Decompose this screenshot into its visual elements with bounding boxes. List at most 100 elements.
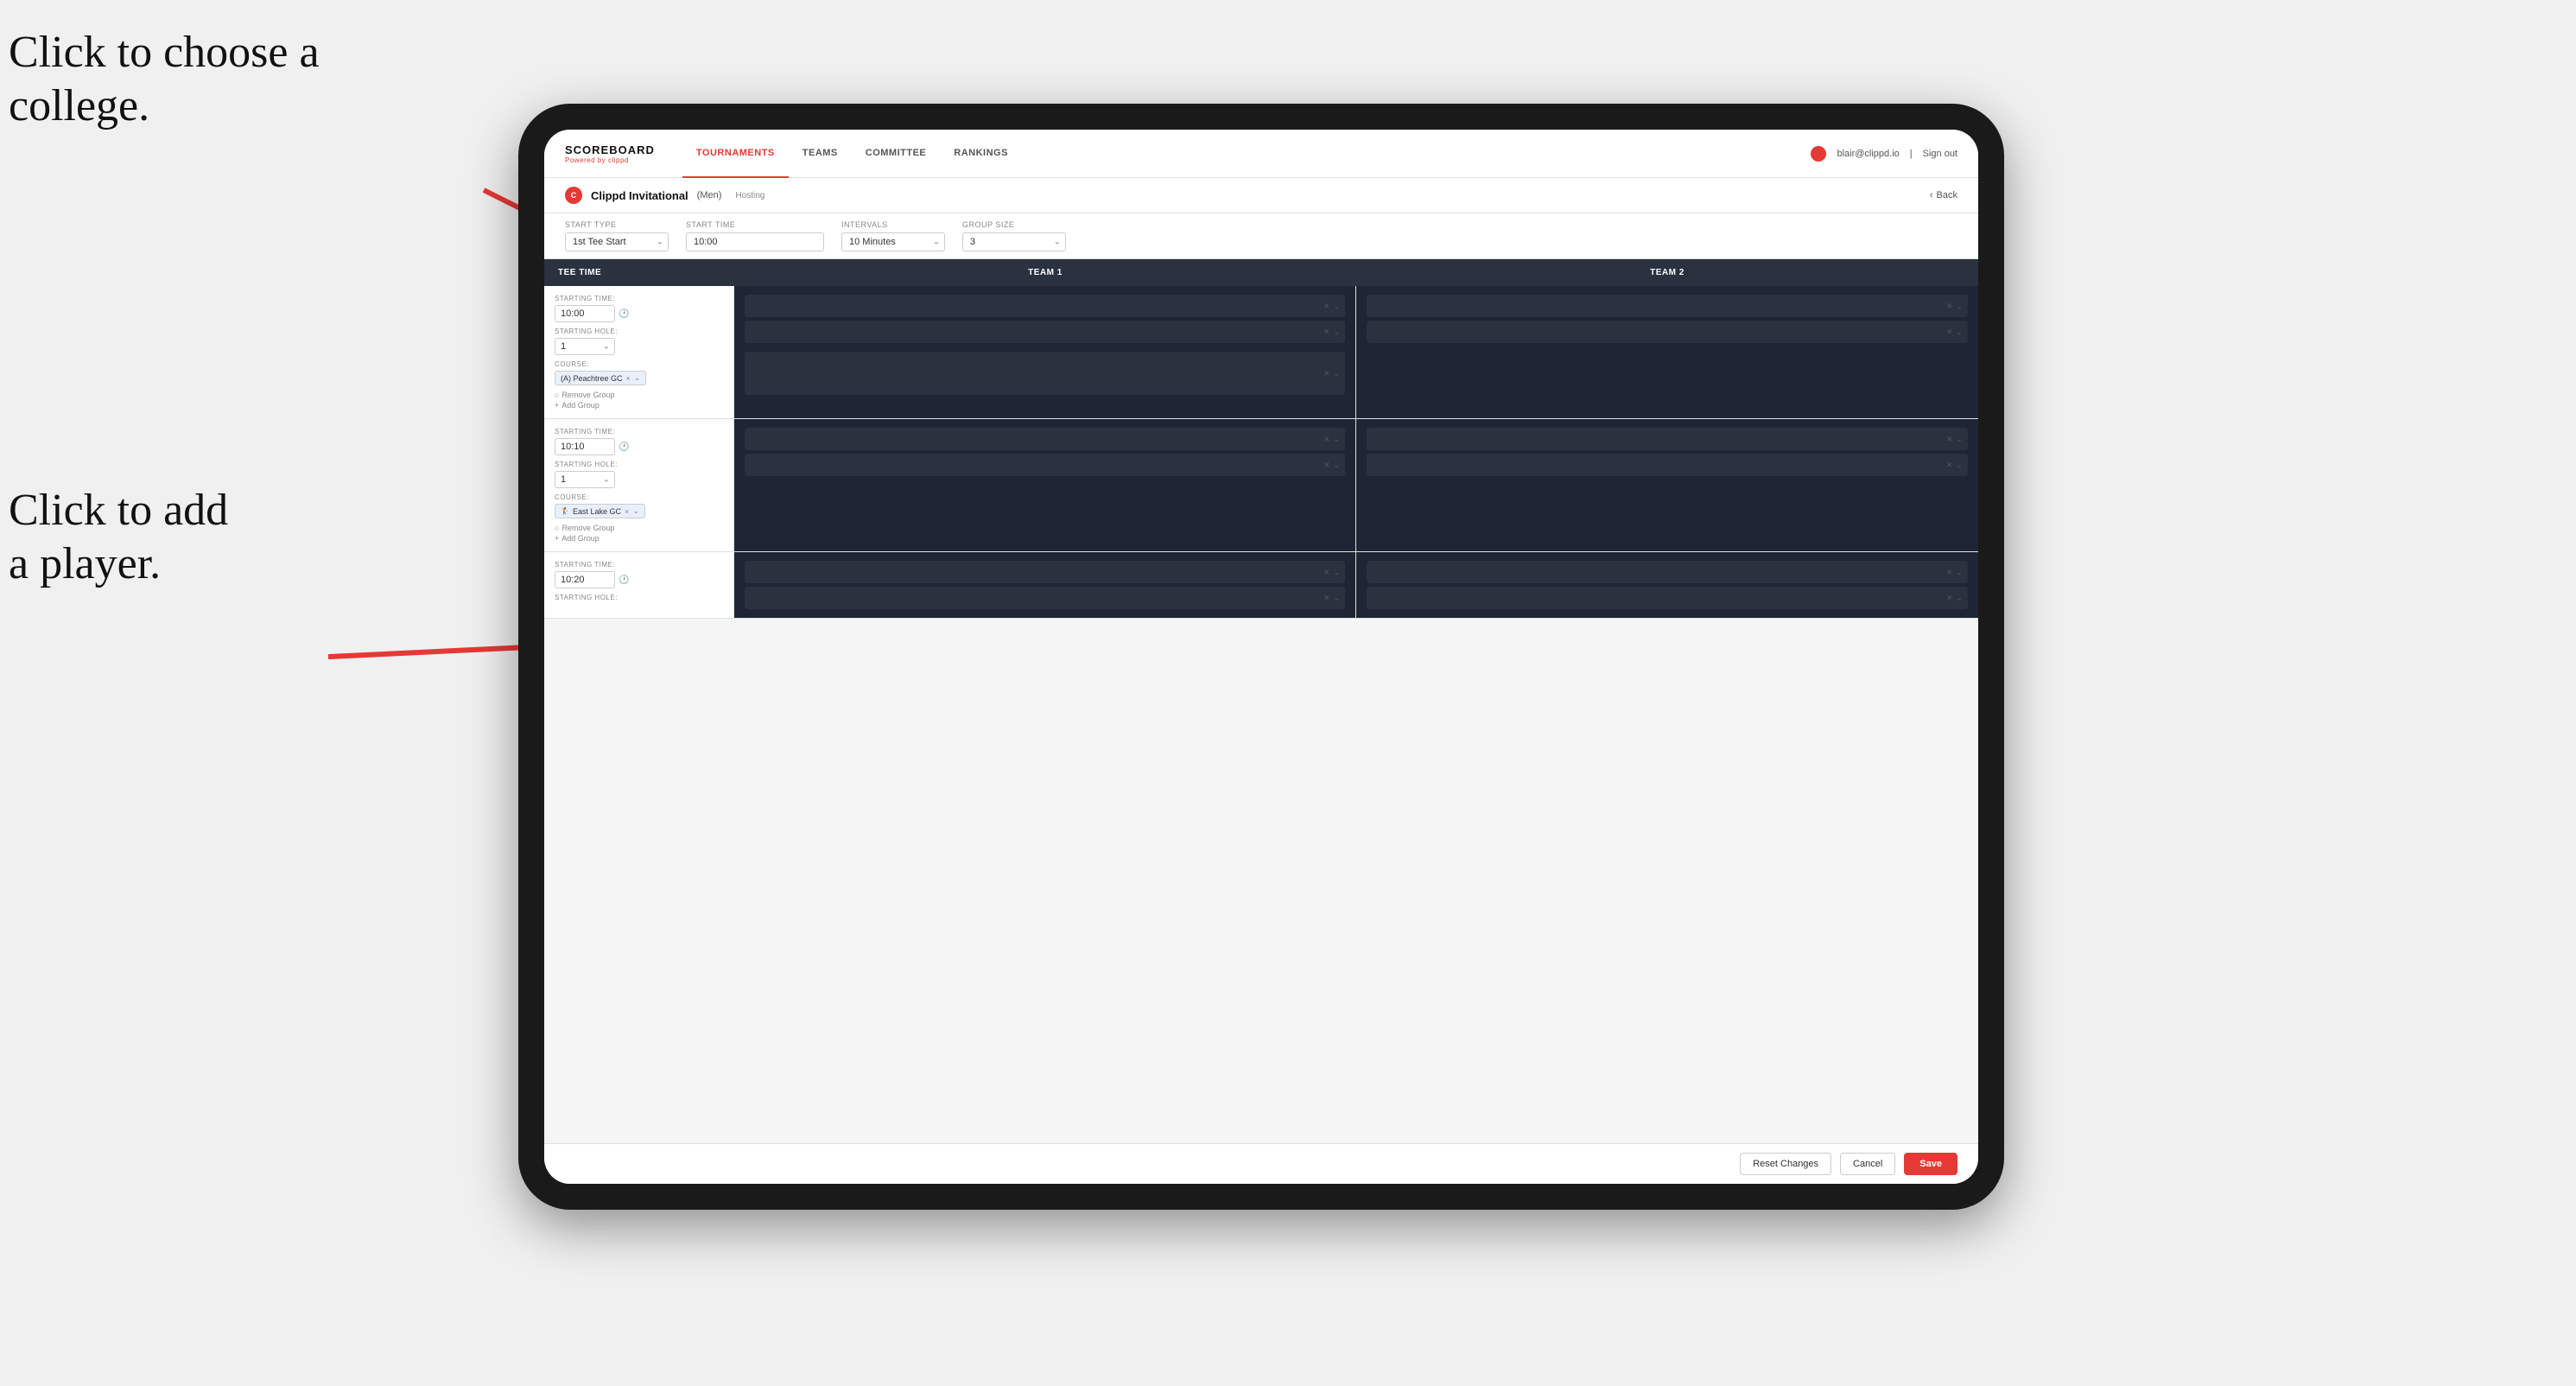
slot-chevron-1-1[interactable]: ⌄: [1333, 302, 1340, 311]
tablet-screen: SCOREBOARD Powered by clippd TOURNAMENTS…: [544, 130, 1978, 1184]
player-slot-1-1[interactable]: ✕ ⌄: [745, 295, 1345, 317]
starting-time-label-1: STARTING TIME:: [555, 295, 723, 302]
user-email: blair@clippd.io: [1837, 149, 1899, 159]
hosting-badge: Hosting: [735, 191, 765, 200]
nav-links: TOURNAMENTS TEAMS COMMITTEE RANKINGS: [682, 130, 1811, 178]
course-row-2: 🏌 East Lake GC × ⌄: [555, 504, 723, 518]
starting-hole-row-1: 1: [555, 338, 723, 355]
slot-x-1-t2-2[interactable]: ✕: [1946, 327, 1953, 337]
slot-x-2-2[interactable]: ✕: [1323, 461, 1330, 470]
nav-rankings[interactable]: RANKINGS: [940, 130, 1022, 178]
player-slot-3-1[interactable]: ✕ ⌄: [745, 561, 1345, 583]
player-slot-1-3[interactable]: ✕ ⌄: [745, 352, 1345, 395]
slot-chevron-2-2[interactable]: ⌄: [1333, 461, 1340, 470]
player-slot-3-t2-2[interactable]: ✕ ⌄: [1367, 587, 1968, 609]
starting-hole-wrapper-2: 1: [555, 471, 615, 488]
player-slot-3-2[interactable]: ✕ ⌄: [745, 587, 1345, 609]
group-row-2: STARTING TIME: 🕐 STARTING HOLE: 1 COUR: [544, 419, 1978, 552]
course-tag-1[interactable]: (A) Peachtree GC × ⌄: [555, 371, 646, 385]
course-tag-2[interactable]: 🏌 East Lake GC × ⌄: [555, 504, 645, 518]
starting-time-row-2: 🕐: [555, 438, 723, 455]
player-slot-2-t2-1[interactable]: ✕ ⌄: [1367, 428, 1968, 450]
player-slot-1-t2-1[interactable]: ✕ ⌄: [1367, 295, 1968, 317]
player-slot-2-1[interactable]: ✕ ⌄: [745, 428, 1345, 450]
slot-actions-2-2: ✕ ⌄: [1323, 461, 1340, 470]
course-row-1: (A) Peachtree GC × ⌄: [555, 371, 723, 385]
slot-x-1-3[interactable]: ✕: [1323, 369, 1330, 378]
sub-header-left: C Clippd Invitational (Men) Hosting: [565, 187, 765, 204]
slot-chevron-3-t2-2[interactable]: ⌄: [1956, 594, 1963, 603]
slot-chevron-1-t2-1[interactable]: ⌄: [1956, 302, 1963, 311]
nav-committee[interactable]: COMMITTEE: [852, 130, 941, 178]
remove-course-2[interactable]: ×: [625, 507, 629, 516]
slot-x-3-t2-2[interactable]: ✕: [1946, 594, 1953, 603]
annotation-choose-college: Click to choose a college.: [9, 26, 320, 134]
starting-hole-label-1: STARTING HOLE:: [555, 327, 723, 335]
slot-x-3-2[interactable]: ✕: [1323, 594, 1330, 603]
nav-teams[interactable]: TEAMS: [789, 130, 852, 178]
course-name-2: East Lake GC: [573, 507, 621, 516]
slot-actions-3-1: ✕ ⌄: [1323, 568, 1340, 577]
slot-chevron-2-t2-2[interactable]: ⌄: [1956, 461, 1963, 470]
course-label-1: COURSE:: [555, 360, 723, 368]
slot-x-2-t2-1[interactable]: ✕: [1946, 435, 1953, 444]
start-time-label: Start Time: [686, 220, 824, 229]
player-slot-3-t2-1[interactable]: ✕ ⌄: [1367, 561, 1968, 583]
group-size-select[interactable]: 3: [962, 232, 1066, 251]
player-slot-2-2[interactable]: ✕ ⌄: [745, 454, 1345, 476]
starting-time-input-2[interactable]: [555, 438, 615, 455]
slot-x-1-2[interactable]: ✕: [1323, 327, 1330, 337]
brand-title: SCOREBOARD: [565, 143, 655, 156]
slot-chevron-1-2[interactable]: ⌄: [1333, 327, 1340, 337]
course-name-1: (A) Peachtree GC: [561, 374, 623, 383]
intervals-group: Intervals 10 Minutes: [841, 220, 945, 251]
slot-x-2-1[interactable]: ✕: [1323, 435, 1330, 444]
player-slot-1-t2-2[interactable]: ✕ ⌄: [1367, 321, 1968, 343]
remove-group-2[interactable]: ○ Remove Group: [555, 524, 723, 532]
slot-chevron-3-t2-1[interactable]: ⌄: [1956, 568, 1963, 577]
cancel-button[interactable]: Cancel: [1840, 1153, 1895, 1175]
player-slot-2-t2-2[interactable]: ✕ ⌄: [1367, 454, 1968, 476]
starting-hole-select-2[interactable]: 1: [555, 471, 615, 488]
slot-x-3-t2-1[interactable]: ✕: [1946, 568, 1953, 577]
group-row-3: STARTING TIME: 🕐 STARTING HOLE: ✕ ⌄: [544, 552, 1978, 619]
remove-group-1[interactable]: ○ Remove Group: [555, 391, 723, 399]
group-row-1: STARTING TIME: 🕐 STARTING HOLE: 1 COUR: [544, 286, 1978, 419]
slot-chevron-3-2[interactable]: ⌄: [1333, 594, 1340, 603]
slot-x-1-t2-1[interactable]: ✕: [1946, 302, 1953, 311]
edit-course-2[interactable]: ⌄: [632, 506, 639, 516]
slot-chevron-2-1[interactable]: ⌄: [1333, 435, 1340, 444]
edit-course-1[interactable]: ⌄: [634, 373, 641, 383]
reset-button[interactable]: Reset Changes: [1740, 1153, 1831, 1175]
add-group-2[interactable]: + Add Group: [555, 534, 723, 543]
slot-chevron-1-t2-2[interactable]: ⌄: [1956, 327, 1963, 337]
col-tee-time: Tee Time: [544, 259, 734, 286]
slot-x-2-t2-2[interactable]: ✕: [1946, 461, 1953, 470]
slot-chevron-3-1[interactable]: ⌄: [1333, 568, 1340, 577]
table-header: Tee Time Team 1 Team 2: [544, 259, 1978, 286]
sign-out-link[interactable]: Sign out: [1923, 149, 1957, 159]
clock-icon-2: 🕐: [619, 442, 629, 452]
user-avatar: [1811, 146, 1826, 162]
intervals-label: Intervals: [841, 220, 945, 229]
slot-chevron-1-3[interactable]: ⌄: [1333, 369, 1340, 378]
annotation-add-player: Click to add a player.: [9, 484, 228, 592]
slot-x-3-1[interactable]: ✕: [1323, 568, 1330, 577]
slot-x-1-1[interactable]: ✕: [1323, 302, 1330, 311]
starting-hole-select-1[interactable]: 1: [555, 338, 615, 355]
remove-course-1[interactable]: ×: [626, 374, 631, 383]
start-type-select[interactable]: 1st Tee Start: [565, 232, 669, 251]
back-button[interactable]: ‹ Back: [1930, 190, 1957, 200]
player-slot-1-2[interactable]: ✕ ⌄: [745, 321, 1345, 343]
add-group-1[interactable]: + Add Group: [555, 401, 723, 410]
save-button[interactable]: Save: [1904, 1153, 1957, 1175]
starting-hole-row-2: 1: [555, 471, 723, 488]
intervals-select[interactable]: 10 Minutes: [841, 232, 945, 251]
nav-tournaments[interactable]: TOURNAMENTS: [682, 130, 789, 178]
group-1-left-panel: STARTING TIME: 🕐 STARTING HOLE: 1 COUR: [544, 286, 734, 418]
group-size-label: Group Size: [962, 220, 1066, 229]
starting-time-input-3[interactable]: [555, 571, 615, 588]
slot-chevron-2-t2-1[interactable]: ⌄: [1956, 435, 1963, 444]
start-time-input[interactable]: [686, 232, 824, 251]
starting-time-input-1[interactable]: [555, 305, 615, 322]
